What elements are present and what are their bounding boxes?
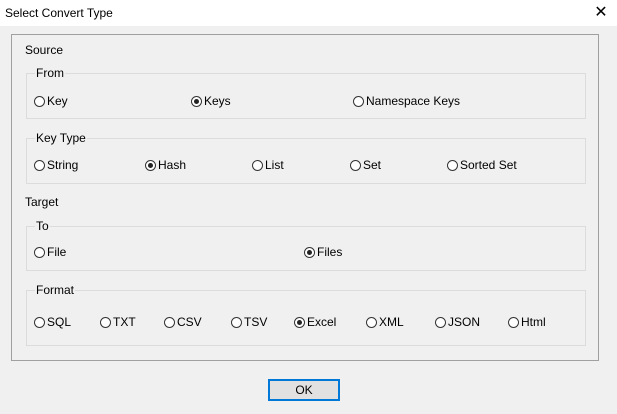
- radio-label: Keys: [204, 94, 231, 108]
- radio-label: Files: [317, 245, 342, 259]
- format-label: Format: [35, 283, 75, 297]
- radio-label: CSV: [177, 315, 202, 329]
- radio-set[interactable]: Set: [350, 158, 381, 172]
- radio-sql[interactable]: SQL: [34, 315, 71, 329]
- radio-namespace-keys[interactable]: Namespace Keys: [353, 94, 460, 108]
- radio-circle-icon: [231, 317, 242, 328]
- title-bar: Select Convert Type ✕: [0, 0, 617, 26]
- radio-sorted-set[interactable]: Sorted Set: [447, 158, 517, 172]
- radio-circle-icon: [508, 317, 519, 328]
- key-type-label: Key Type: [35, 131, 87, 145]
- source-label: Source: [25, 43, 63, 57]
- radio-json[interactable]: JSON: [435, 315, 480, 329]
- radio-label: Hash: [158, 158, 186, 172]
- radio-circle-icon: [100, 317, 111, 328]
- radio-label: TSV: [244, 315, 267, 329]
- radio-circle-icon: [252, 160, 263, 171]
- radio-label: File: [47, 245, 66, 259]
- radio-csv[interactable]: CSV: [164, 315, 202, 329]
- radio-circle-icon: [34, 96, 45, 107]
- radio-tsv[interactable]: TSV: [231, 315, 267, 329]
- radio-label: Namespace Keys: [366, 94, 460, 108]
- radio-circle-icon: [304, 247, 315, 258]
- radio-list[interactable]: List: [252, 158, 284, 172]
- radio-label: TXT: [113, 315, 136, 329]
- radio-label: Excel: [307, 315, 336, 329]
- radio-label: JSON: [448, 315, 480, 329]
- radio-circle-icon: [366, 317, 377, 328]
- radio-circle-icon: [350, 160, 361, 171]
- radio-hash[interactable]: Hash: [145, 158, 186, 172]
- radio-circle-icon: [34, 247, 45, 258]
- radio-label: String: [47, 158, 78, 172]
- radio-circle-icon: [294, 317, 305, 328]
- radio-label: Key: [47, 94, 68, 108]
- radio-file[interactable]: File: [34, 245, 66, 259]
- radio-circle-icon: [145, 160, 156, 171]
- from-label: From: [35, 66, 65, 80]
- close-icon[interactable]: ✕: [586, 0, 616, 26]
- radio-keys[interactable]: Keys: [191, 94, 231, 108]
- radio-label: Set: [363, 158, 381, 172]
- radio-circle-icon: [164, 317, 175, 328]
- radio-circle-icon: [191, 96, 202, 107]
- radio-label: SQL: [47, 315, 71, 329]
- radio-string[interactable]: String: [34, 158, 78, 172]
- target-label: Target: [25, 195, 58, 209]
- radio-label: XML: [379, 315, 404, 329]
- radio-label: Html: [521, 315, 546, 329]
- ok-button[interactable]: OK: [268, 379, 340, 401]
- to-label: To: [35, 219, 50, 233]
- radio-xml[interactable]: XML: [366, 315, 404, 329]
- radio-circle-icon: [34, 160, 45, 171]
- from-group: From: [26, 73, 586, 119]
- radio-excel[interactable]: Excel: [294, 315, 336, 329]
- radio-key[interactable]: Key: [34, 94, 68, 108]
- radio-circle-icon: [447, 160, 458, 171]
- radio-files[interactable]: Files: [304, 245, 342, 259]
- radio-html[interactable]: Html: [508, 315, 546, 329]
- radio-circle-icon: [435, 317, 446, 328]
- window-title: Select Convert Type: [5, 6, 113, 20]
- radio-label: Sorted Set: [460, 158, 517, 172]
- radio-txt[interactable]: TXT: [100, 315, 136, 329]
- radio-label: List: [265, 158, 284, 172]
- radio-circle-icon: [353, 96, 364, 107]
- radio-circle-icon: [34, 317, 45, 328]
